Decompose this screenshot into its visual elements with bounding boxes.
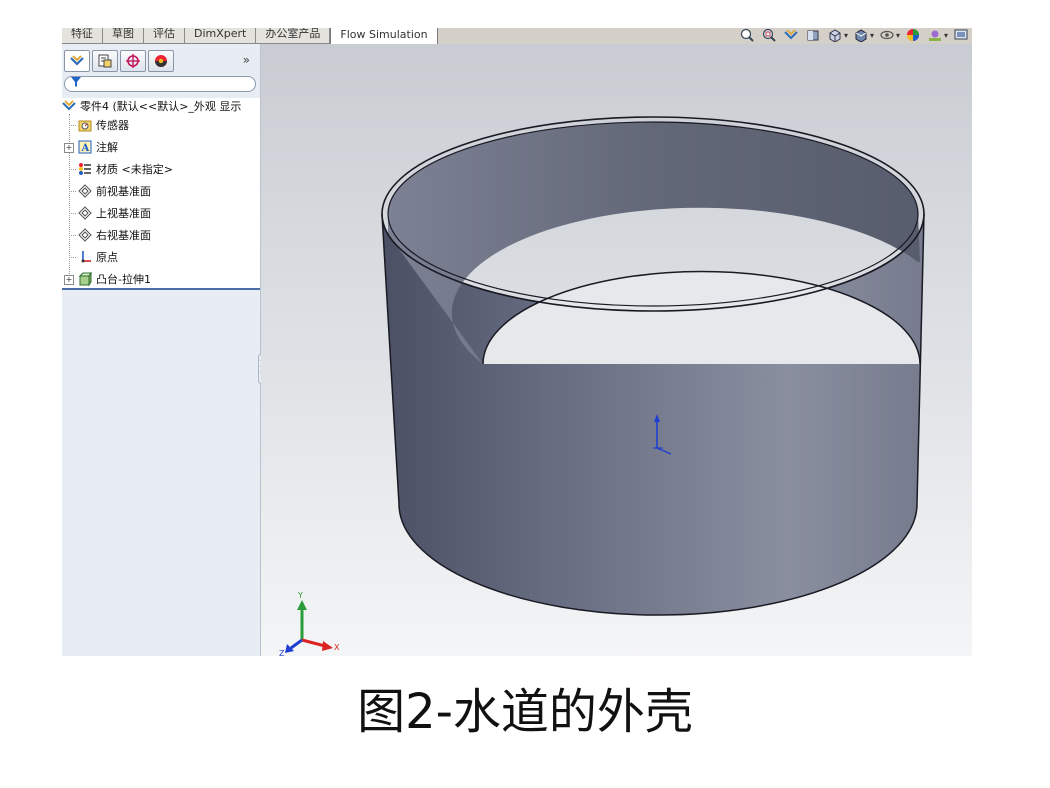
tree-item-origin[interactable]: 原点 [78, 247, 118, 267]
figure-caption: 图2-水道的外壳 [357, 684, 693, 740]
appearance-icon[interactable] [904, 28, 922, 43]
zoom-area-icon[interactable] [760, 28, 778, 43]
triad-y-label: Y [297, 591, 303, 600]
chevron-down-icon[interactable]: ▾ [944, 31, 948, 40]
tab-features[interactable]: 特征 [62, 28, 103, 44]
tree-item-label: 前视基准面 [96, 185, 151, 198]
heads-up-view-toolbar: ▾ ▾ ▾ ▾ [738, 28, 972, 44]
hide-show-icon[interactable] [878, 28, 896, 43]
tab-office-products[interactable]: 办公室产品 [256, 28, 331, 44]
previous-view-icon[interactable] [782, 28, 800, 43]
tree-connector [69, 213, 76, 214]
expand-toggle[interactable]: + [64, 143, 74, 153]
command-manager-tab-bar: 特征 草图 评估 DimXpert 办公室产品 Flow Simulation [62, 28, 972, 45]
tree-item-label: 材质 <未指定> [96, 163, 173, 176]
tree-item-label: 原点 [96, 251, 118, 264]
tree-item-front-plane[interactable]: 前视基准面 [78, 181, 151, 201]
feature-tree: 零件4 (默认<<默认>_外观 显示 传感器 + A 注解 材质 <未指定> 前… [62, 98, 260, 290]
tab-dimxpert[interactable]: DimXpert [185, 28, 257, 44]
tree-filter-field[interactable] [64, 76, 256, 92]
feature-manager-icon [70, 55, 84, 66]
tree-item-top-plane[interactable]: 上视基准面 [78, 203, 151, 223]
graphics-viewport[interactable]: Y X Z [261, 44, 972, 656]
view-orientation-icon[interactable] [826, 28, 844, 43]
tree-item-right-plane[interactable]: 右视基准面 [78, 225, 151, 245]
plane-icon [78, 184, 92, 198]
triad-x-label: X [334, 643, 340, 652]
display-manager-icon [155, 55, 167, 67]
feature-manager-panel: » 零件4 (默认<<默认>_外观 显示 传感器 + A 注解 材质 <未指定>… [62, 44, 266, 656]
display-manager-tab[interactable] [148, 50, 174, 72]
tree-root-part[interactable]: 零件4 (默认<<默认>_外观 显示 [62, 96, 241, 116]
tree-connector [69, 235, 76, 236]
tree-connector [69, 125, 76, 126]
display-style-icon[interactable] [852, 28, 870, 43]
property-manager-tab[interactable] [92, 50, 118, 72]
command-manager-tabs: 特征 草图 评估 DimXpert 办公室产品 Flow Simulation [62, 28, 438, 45]
chevron-down-icon[interactable]: ▾ [870, 31, 874, 40]
zoom-fit-icon[interactable] [738, 28, 756, 43]
chevron-down-icon[interactable]: ▾ [896, 31, 900, 40]
sensor-folder-icon [78, 118, 92, 132]
tree-item-label: 注解 [96, 141, 118, 154]
tab-sketch[interactable]: 草图 [103, 28, 144, 44]
tree-item-extrude[interactable]: 凸台-拉伸1 [78, 269, 151, 289]
tree-item-sensors[interactable]: 传感器 [78, 115, 129, 135]
scene-icon[interactable] [926, 28, 944, 43]
tree-connector [69, 114, 70, 276]
view-settings-icon[interactable] [952, 28, 970, 43]
configuration-manager-icon [126, 54, 140, 68]
tree-connector [69, 191, 76, 192]
tree-item-label: 上视基准面 [96, 207, 151, 220]
filter-icon [71, 77, 81, 90]
material-icon [78, 162, 92, 176]
feature-manager-tab[interactable] [64, 50, 90, 72]
property-manager-icon [98, 54, 112, 68]
tree-connector [69, 257, 76, 258]
extrude-feature-icon [78, 272, 92, 286]
section-view-icon[interactable] [804, 28, 822, 43]
tree-item-annotations[interactable]: A 注解 [78, 137, 118, 157]
part-icon [62, 99, 76, 113]
panel-more-button[interactable]: » [243, 53, 250, 67]
chevron-down-icon[interactable]: ▾ [844, 31, 848, 40]
tree-connector [69, 169, 76, 170]
tree-item-label: 右视基准面 [96, 229, 151, 242]
configuration-manager-tab[interactable] [120, 50, 146, 72]
origin-icon [78, 250, 92, 264]
expand-toggle[interactable]: + [64, 275, 74, 285]
reference-triad: Y X Z [279, 591, 340, 656]
viewport-canvas: Y X Z [279, 116, 925, 656]
solidworks-window: 特征 草图 评估 DimXpert 办公室产品 Flow Simulation [62, 28, 972, 656]
panel-tabs [62, 50, 174, 72]
tree-item-label: 传感器 [96, 119, 129, 132]
tab-evaluate[interactable]: 评估 [144, 28, 185, 44]
plane-icon [78, 206, 92, 220]
tree-item-label: 凸台-拉伸1 [96, 273, 151, 286]
tab-flow-simulation[interactable]: Flow Simulation [330, 28, 438, 45]
plane-icon [78, 228, 92, 242]
annotation-icon: A [78, 140, 92, 154]
tree-item-material[interactable]: 材质 <未指定> [78, 159, 173, 179]
triad-z-label: Z [279, 649, 285, 656]
tree-root-label: 零件4 (默认<<默认>_外观 显示 [80, 100, 242, 113]
svg-text:A: A [81, 143, 90, 154]
